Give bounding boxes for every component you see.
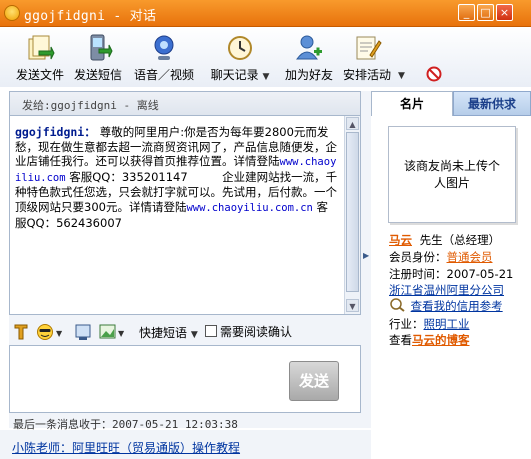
send-button[interactable]: 发送 bbox=[289, 361, 339, 401]
industry-row: 行业：照明工业 bbox=[389, 316, 470, 332]
scroll-up-icon[interactable]: ▲ bbox=[346, 117, 359, 130]
message-scrollbar[interactable]: ▲ ▼ bbox=[344, 116, 360, 314]
read-confirm-label: 需要阅读确认 bbox=[220, 325, 293, 339]
main-toolbar: 发送文件 发送短信 语音／视频 聊天记录 ▼ 加为好友 安排活动 ▼ bbox=[0, 27, 531, 87]
add-friend-icon bbox=[294, 33, 324, 63]
blog-link[interactable]: 马云的博客 bbox=[412, 333, 470, 347]
schedule-activity-button[interactable]: 安排活动 bbox=[341, 31, 393, 85]
profile-title: 先生（总经理） bbox=[419, 233, 501, 247]
message-sender: ggojfidgni： bbox=[15, 125, 96, 139]
industry-label: 行业： bbox=[389, 317, 424, 331]
window-title: ggojfidgni - 对话 bbox=[24, 9, 157, 24]
industry-value[interactable]: 照明工业 bbox=[424, 317, 470, 331]
send-sms-button[interactable]: 发送短信 bbox=[72, 31, 124, 85]
profile-name-row: 马云 先生（总经理） bbox=[389, 232, 500, 248]
chat-header: 发给:ggojfidgni - 离线 bbox=[9, 91, 361, 116]
read-confirm-checkbox[interactable] bbox=[205, 325, 217, 337]
register-value: 2007-05-21 bbox=[446, 267, 514, 281]
send-sms-icon bbox=[83, 33, 113, 63]
tutorial-link[interactable]: 小陈老师：阿里旺旺（贸易通版）操作教程 bbox=[12, 439, 240, 456]
svg-text:▼: ▼ bbox=[118, 329, 125, 338]
send-file-icon bbox=[25, 33, 55, 63]
chat-history-icon bbox=[225, 33, 255, 63]
profile-tabs: 名片 最新供求 bbox=[371, 91, 531, 116]
member-value[interactable]: 普通会员 bbox=[447, 250, 493, 264]
minimize-button[interactable]: _ bbox=[458, 4, 475, 21]
send-file-label: 发送文件 bbox=[15, 68, 64, 82]
tab-business-card[interactable]: 名片 bbox=[371, 91, 453, 116]
collapse-arrow-icon[interactable]: ▶ bbox=[363, 251, 369, 260]
magnifier-icon bbox=[389, 298, 407, 312]
voice-video-icon bbox=[149, 33, 179, 63]
no-photo-text: 该商友尚未上传个人图片 bbox=[404, 158, 501, 190]
schedule-activity-icon bbox=[352, 33, 382, 63]
message-url-link[interactable]: www.chaoyiliu.com.cn bbox=[186, 202, 312, 214]
voice-video-button[interactable]: 语音／视频 bbox=[132, 31, 196, 85]
profile-photo-placeholder: 该商友尚未上传个人图片 bbox=[388, 126, 516, 223]
image-icon[interactable]: ▼ bbox=[99, 323, 127, 341]
add-friend-button[interactable]: 加为好友 bbox=[283, 31, 335, 85]
company-link[interactable]: 浙江省温州阿里分公司 bbox=[389, 283, 504, 297]
title-bar: ggojfidgni - 对话 _ □ × bbox=[0, 0, 531, 27]
emoticon-icon[interactable]: ▼ bbox=[36, 323, 66, 341]
send-file-button[interactable]: 发送文件 bbox=[14, 31, 66, 85]
member-row: 会员身份：普通会员 bbox=[389, 249, 493, 265]
pane-splitter[interactable]: ▶ bbox=[361, 91, 371, 428]
credit-reference-link[interactable]: 查看我的信用参考 bbox=[411, 299, 503, 313]
chat-history-label: 聊天记录 ▼ bbox=[210, 68, 270, 82]
scroll-thumb[interactable] bbox=[346, 132, 359, 292]
register-label: 注册时间： bbox=[389, 267, 447, 281]
credit-row: 查看我的信用参考 bbox=[389, 298, 503, 314]
tab-latest-supply[interactable]: 最新供求 bbox=[453, 91, 531, 116]
close-button[interactable]: × bbox=[496, 4, 513, 21]
message-history[interactable]: ggojfidgni： 尊敬的阿里用户:你是否为每年要2800元而发愁，现在做生意… bbox=[9, 115, 361, 315]
blog-prefix: 查看 bbox=[389, 333, 412, 347]
register-row: 注册时间：2007-05-21 bbox=[389, 266, 513, 282]
chat-recipient-status: 发给:ggojfidgni - 离线 bbox=[22, 99, 159, 112]
font-icon[interactable] bbox=[14, 323, 28, 341]
chat-history-button[interactable]: 聊天记录 ▼ bbox=[209, 31, 271, 85]
message-text: ggojfidgni： 尊敬的阿里用户:你是否为每年要2800元而发愁，现在做生意… bbox=[15, 125, 338, 230]
voice-video-label: 语音／视频 bbox=[133, 68, 194, 82]
profile-pane: 名片 最新供求 该商友尚未上传个人图片 马云 先生（总经理） 会员身份：普通会员… bbox=[371, 91, 531, 446]
scroll-down-icon[interactable]: ▼ bbox=[346, 299, 359, 312]
send-sms-label: 发送短信 bbox=[73, 68, 122, 82]
app-logo-icon bbox=[4, 5, 20, 21]
company-row: 浙江省温州阿里分公司 bbox=[389, 282, 504, 298]
read-confirm-option[interactable]: 需要阅读确认 bbox=[205, 323, 292, 341]
member-label: 会员身份： bbox=[389, 250, 447, 264]
screenshot-icon[interactable] bbox=[75, 323, 91, 341]
svg-text:▼: ▼ bbox=[56, 329, 63, 338]
input-toolbar: ▼ ▼ 快捷短语 ▼ 需要阅读确认 bbox=[9, 319, 361, 345]
chat-pane: 发给:ggojfidgni - 离线 ggojfidgni： 尊敬的阿里用户:你是… bbox=[9, 91, 361, 431]
toolbar-more-dropdown[interactable]: ▼ bbox=[398, 71, 405, 81]
block-icon[interactable] bbox=[426, 66, 442, 82]
maximize-button[interactable]: □ bbox=[477, 4, 494, 21]
schedule-activity-label: 安排活动 bbox=[342, 68, 391, 82]
quick-phrase-dropdown[interactable]: 快捷短语 ▼ bbox=[139, 324, 198, 342]
blog-row: 查看马云的博客 bbox=[389, 332, 470, 348]
add-friend-label: 加为好友 bbox=[284, 68, 333, 82]
profile-name[interactable]: 马云 bbox=[389, 233, 412, 247]
